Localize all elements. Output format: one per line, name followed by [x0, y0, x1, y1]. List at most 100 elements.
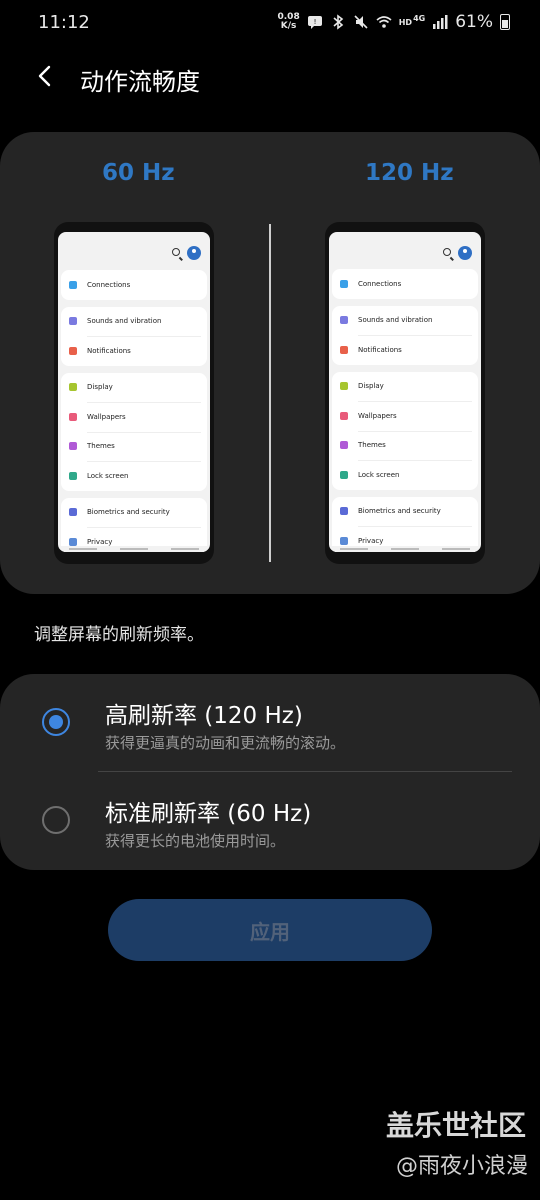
network-speed-unit: K/s: [280, 21, 297, 31]
shield-icon: [340, 507, 348, 516]
refresh-rate-options: 高刷新率 (120 Hz) 获得更逼真的动画和更流畅的滚动。 标准刷新率 (60…: [0, 674, 540, 870]
settings-row-notifications: Notifications: [61, 336, 207, 366]
settings-row-display: Display: [332, 372, 478, 402]
settings-row-label: Notifications: [358, 345, 402, 354]
settings-row-label: Sounds and vibration: [358, 316, 433, 325]
settings-row-themes: Themes: [61, 431, 207, 462]
radio-button-selected[interactable]: [42, 708, 70, 736]
wifi-icon: [340, 279, 348, 288]
settings-row-label: Display: [358, 382, 384, 391]
settings-row-label: Privacy: [358, 536, 384, 545]
battery-percent: 61%: [455, 12, 493, 32]
settings-row-label: Connections: [358, 279, 402, 288]
settings-group: Connections: [61, 270, 207, 300]
settings-row-themes: Themes: [332, 430, 478, 461]
settings-row-wallpapers: Wallpapers: [61, 402, 207, 432]
settings-row-wallpapers: Wallpapers: [332, 401, 478, 431]
status-time: 11:12: [38, 12, 90, 33]
settings-row-sounds: Sounds and vibration: [61, 307, 207, 337]
wifi-icon: [69, 280, 77, 289]
preview-screen-top: [58, 232, 210, 270]
settings-row-label: Connections: [87, 280, 131, 289]
search-icon: [172, 248, 180, 256]
radio-button-unselected[interactable]: [42, 806, 70, 834]
settings-row-label: Notifications: [87, 346, 131, 355]
watermark-brand: 盖乐世社区: [385, 1109, 526, 1142]
option-title: 高刷新率 (120 Hz): [105, 703, 303, 729]
settings-group: Connections: [332, 269, 478, 299]
watermark-author: @雨夜小浪漫: [395, 1154, 528, 1179]
network-speed: 0.08 K/s: [278, 13, 300, 31]
settings-row-label: Privacy: [87, 537, 113, 546]
battery-icon: [500, 14, 510, 30]
network-type-label: 4G: [413, 13, 426, 23]
privacy-icon: [69, 537, 77, 546]
status-bar: 11:12 0.08 K/s ! HD 4G 61%: [0, 0, 540, 44]
notification-icon: [340, 345, 348, 354]
back-arrow-icon[interactable]: [34, 64, 58, 88]
preview-screen: Connections Sounds and vibration Notific…: [58, 232, 210, 552]
settings-row-label: Wallpapers: [87, 412, 126, 421]
apply-button[interactable]: 应用: [108, 899, 432, 961]
volume-icon: [69, 317, 77, 326]
settings-row-biometrics: Biometrics and security: [61, 498, 207, 528]
notification-icon: [69, 346, 77, 355]
settings-row-label: Themes: [87, 442, 115, 451]
settings-row-lock-screen: Lock screen: [332, 460, 478, 490]
settings-group: Display Wallpapers Themes Lock screen: [332, 371, 478, 490]
refresh-rate-preview: 60 Hz 120 Hz Connections Sounds and vibr…: [0, 132, 540, 594]
hd-label: HD: [398, 17, 413, 27]
preview-60hz-label: 60 Hz: [102, 160, 175, 186]
themes-icon: [340, 441, 348, 450]
brightness-icon: [340, 382, 348, 391]
lock-icon: [69, 471, 77, 480]
preview-screen-top: [329, 232, 481, 269]
settings-row-label: Lock screen: [87, 471, 129, 480]
preview-nav-bar: [58, 546, 210, 552]
status-icons: 0.08 K/s ! HD 4G 61%: [278, 10, 510, 34]
option-high-refresh[interactable]: 高刷新率 (120 Hz) 获得更逼真的动画和更流畅的滚动。: [0, 674, 540, 772]
settings-group: Sounds and vibration Notifications: [61, 306, 207, 366]
settings-row-label: Wallpapers: [358, 411, 397, 420]
preview-nav-bar: [329, 546, 481, 552]
preview-divider: [269, 224, 271, 562]
option-subtitle: 获得更长的电池使用时间。: [105, 832, 286, 850]
settings-row-lock-screen: Lock screen: [61, 461, 207, 491]
option-standard-refresh[interactable]: 标准刷新率 (60 Hz) 获得更长的电池使用时间。: [0, 772, 540, 870]
themes-icon: [69, 442, 77, 451]
avatar-icon: [458, 246, 472, 260]
preview-phone-120hz: Connections Sounds and vibration Notific…: [325, 222, 485, 564]
settings-row-display: Display: [61, 373, 207, 403]
description-text: 调整屏幕的刷新频率。: [34, 625, 204, 645]
wallpaper-icon: [340, 411, 348, 420]
lock-icon: [340, 470, 348, 479]
privacy-icon: [340, 536, 348, 545]
settings-row-biometrics: Biometrics and security: [332, 497, 478, 527]
settings-row-label: Lock screen: [358, 470, 400, 479]
settings-row-label: Biometrics and security: [358, 507, 441, 516]
preview-phone-60hz: Connections Sounds and vibration Notific…: [54, 222, 214, 564]
avatar-icon: [187, 246, 201, 260]
settings-row-label: Themes: [358, 441, 386, 450]
preview-screen: Connections Sounds and vibration Notific…: [329, 232, 481, 552]
settings-row-connections: Connections: [332, 269, 478, 299]
page-title: 动作流畅度: [80, 68, 200, 96]
option-title: 标准刷新率 (60 Hz): [105, 801, 312, 827]
app-header: 动作流畅度: [0, 56, 540, 100]
search-icon: [443, 248, 451, 256]
settings-group: Sounds and vibration Notifications: [332, 305, 478, 365]
settings-row-label: Biometrics and security: [87, 508, 170, 517]
brightness-icon: [69, 383, 77, 392]
shield-icon: [69, 508, 77, 517]
wifi-icon: [376, 16, 392, 28]
mute-icon: [354, 15, 368, 29]
settings-row-notifications: Notifications: [332, 335, 478, 365]
settings-row-label: Display: [87, 383, 113, 392]
settings-group: Biometrics and security Privacy: [332, 496, 478, 552]
svg-text:!: !: [313, 18, 316, 26]
settings-row-connections: Connections: [61, 270, 207, 300]
volume-icon: [340, 316, 348, 325]
signal-icon: [433, 15, 448, 29]
settings-row-label: Sounds and vibration: [87, 317, 162, 326]
settings-group: Biometrics and security Privacy: [61, 497, 207, 552]
